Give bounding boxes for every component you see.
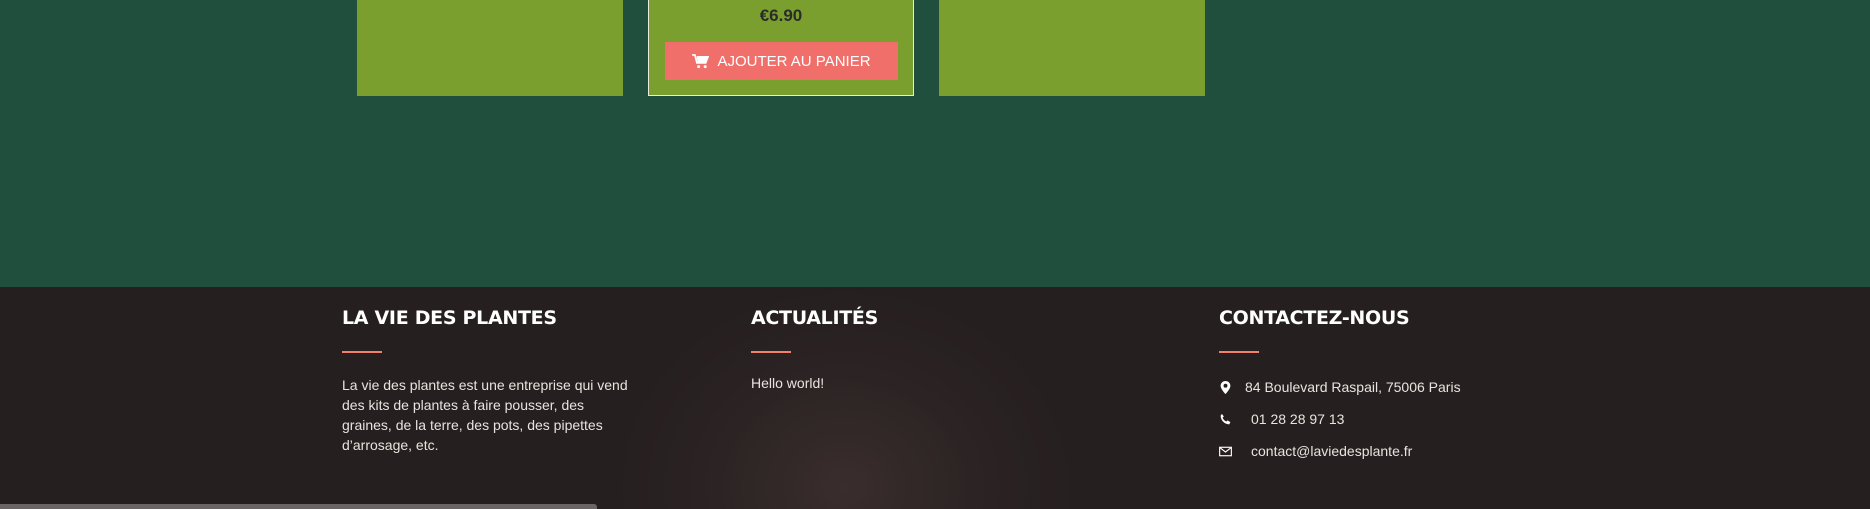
product-card[interactable]: €6.90 AJOUTER AU PANIER <box>648 0 914 96</box>
map-marker-icon <box>1219 380 1245 394</box>
footer-about-title: LA VIE DES PLANTES <box>342 307 557 329</box>
product-card[interactable] <box>357 0 623 96</box>
title-underline <box>342 351 382 353</box>
add-to-cart-label: AJOUTER AU PANIER <box>717 52 871 70</box>
contact-email: contact@laviedesplante.fr <box>1219 435 1579 467</box>
horizontal-scrollbar[interactable] <box>0 504 597 509</box>
product-price: €6.90 <box>759 6 803 25</box>
contact-email-text[interactable]: contact@laviedesplante.fr <box>1251 443 1412 459</box>
title-underline <box>751 351 791 353</box>
title-underline <box>1219 351 1259 353</box>
footer-about-text: La vie des plantes est une entreprise qu… <box>342 377 628 453</box>
footer-contact-title: CONTACTEZ-NOUS <box>1219 307 1410 329</box>
contact-address-text: 84 Boulevard Raspail, 75006 Paris <box>1245 379 1461 395</box>
envelope-icon <box>1219 445 1245 458</box>
cart-icon <box>692 53 710 68</box>
footer-news-title: ACTUALITÉS <box>751 307 878 329</box>
footer-contact: CONTACTEZ-NOUS 84 Boulevard Raspail, 750… <box>1219 307 1579 467</box>
phone-icon <box>1219 413 1245 426</box>
contact-address: 84 Boulevard Raspail, 75006 Paris <box>1219 371 1579 403</box>
product-card[interactable] <box>939 0 1205 96</box>
news-link[interactable]: Hello world! <box>751 375 1051 391</box>
site-footer: LA VIE DES PLANTES La vie des plantes es… <box>0 287 1870 509</box>
footer-news: ACTUALITÉS Hello world! <box>751 307 1051 391</box>
contact-phone-text[interactable]: 01 28 28 97 13 <box>1251 411 1344 427</box>
footer-about: LA VIE DES PLANTES La vie des plantes es… <box>342 307 642 455</box>
contact-phone: 01 28 28 97 13 <box>1219 403 1579 435</box>
add-to-cart-button[interactable]: AJOUTER AU PANIER <box>665 42 898 80</box>
products-section: €6.90 AJOUTER AU PANIER <box>0 0 1870 287</box>
